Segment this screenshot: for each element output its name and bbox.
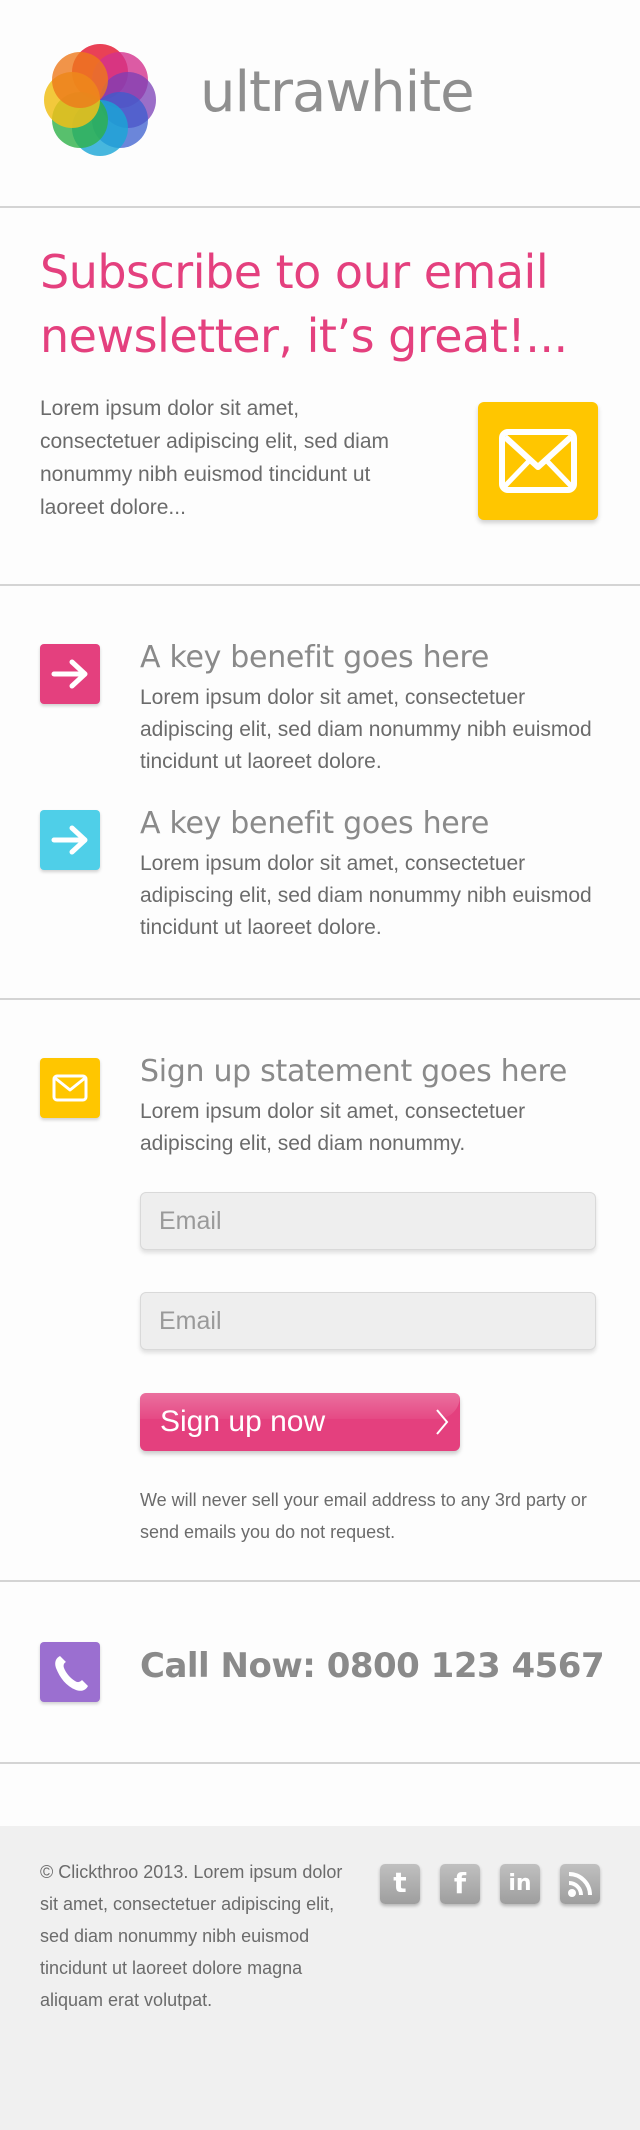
envelope-icon [478, 402, 598, 520]
benefit-text: Lorem ipsum dolor sit amet, consectetuer… [140, 852, 592, 939]
footer-text: © Clickthroo 2013. Lorem ipsum dolor sit… [40, 1862, 343, 2010]
envelope-icon [40, 1058, 100, 1118]
email-field[interactable] [140, 1192, 596, 1250]
linkedin-icon[interactable]: in [500, 1864, 540, 1904]
rss-icon[interactable] [560, 1864, 600, 1904]
arrow-right-icon [40, 810, 100, 870]
hero-headline: Subscribe to our email newsletter, it’s … [40, 245, 568, 363]
arrow-right-icon [40, 644, 100, 704]
divider [0, 998, 640, 1000]
benefit-title: A key benefit goes here [140, 640, 489, 675]
signup-disclaimer: We will never sell your email address to… [140, 1490, 587, 1542]
call-now-text[interactable]: Call Now: 0800 123 4567 [140, 1646, 605, 1686]
divider [0, 206, 640, 208]
sign-up-button-label: Sign up now [160, 1405, 326, 1438]
divider [0, 584, 640, 586]
twitter-icon[interactable]: t [380, 1864, 420, 1904]
phone-icon[interactable] [40, 1642, 100, 1702]
chevron-right-icon [434, 1407, 450, 1442]
logo [38, 38, 162, 162]
benefit-text: Lorem ipsum dolor sit amet, consectetuer… [140, 686, 592, 773]
brand-name: ultrawhite [200, 60, 475, 125]
signup-title: Sign up statement goes here [140, 1054, 568, 1089]
divider [0, 1762, 640, 1764]
hero-text: Lorem ipsum dolor sit amet, consectetuer… [40, 397, 390, 519]
divider [0, 1580, 640, 1582]
signup-text: Lorem ipsum dolor sit amet, consectetuer… [140, 1100, 526, 1155]
facebook-icon[interactable]: f [440, 1864, 480, 1904]
email-field[interactable] [140, 1292, 596, 1350]
benefit-title: A key benefit goes here [140, 806, 489, 841]
sign-up-button[interactable]: Sign up now [140, 1393, 460, 1451]
